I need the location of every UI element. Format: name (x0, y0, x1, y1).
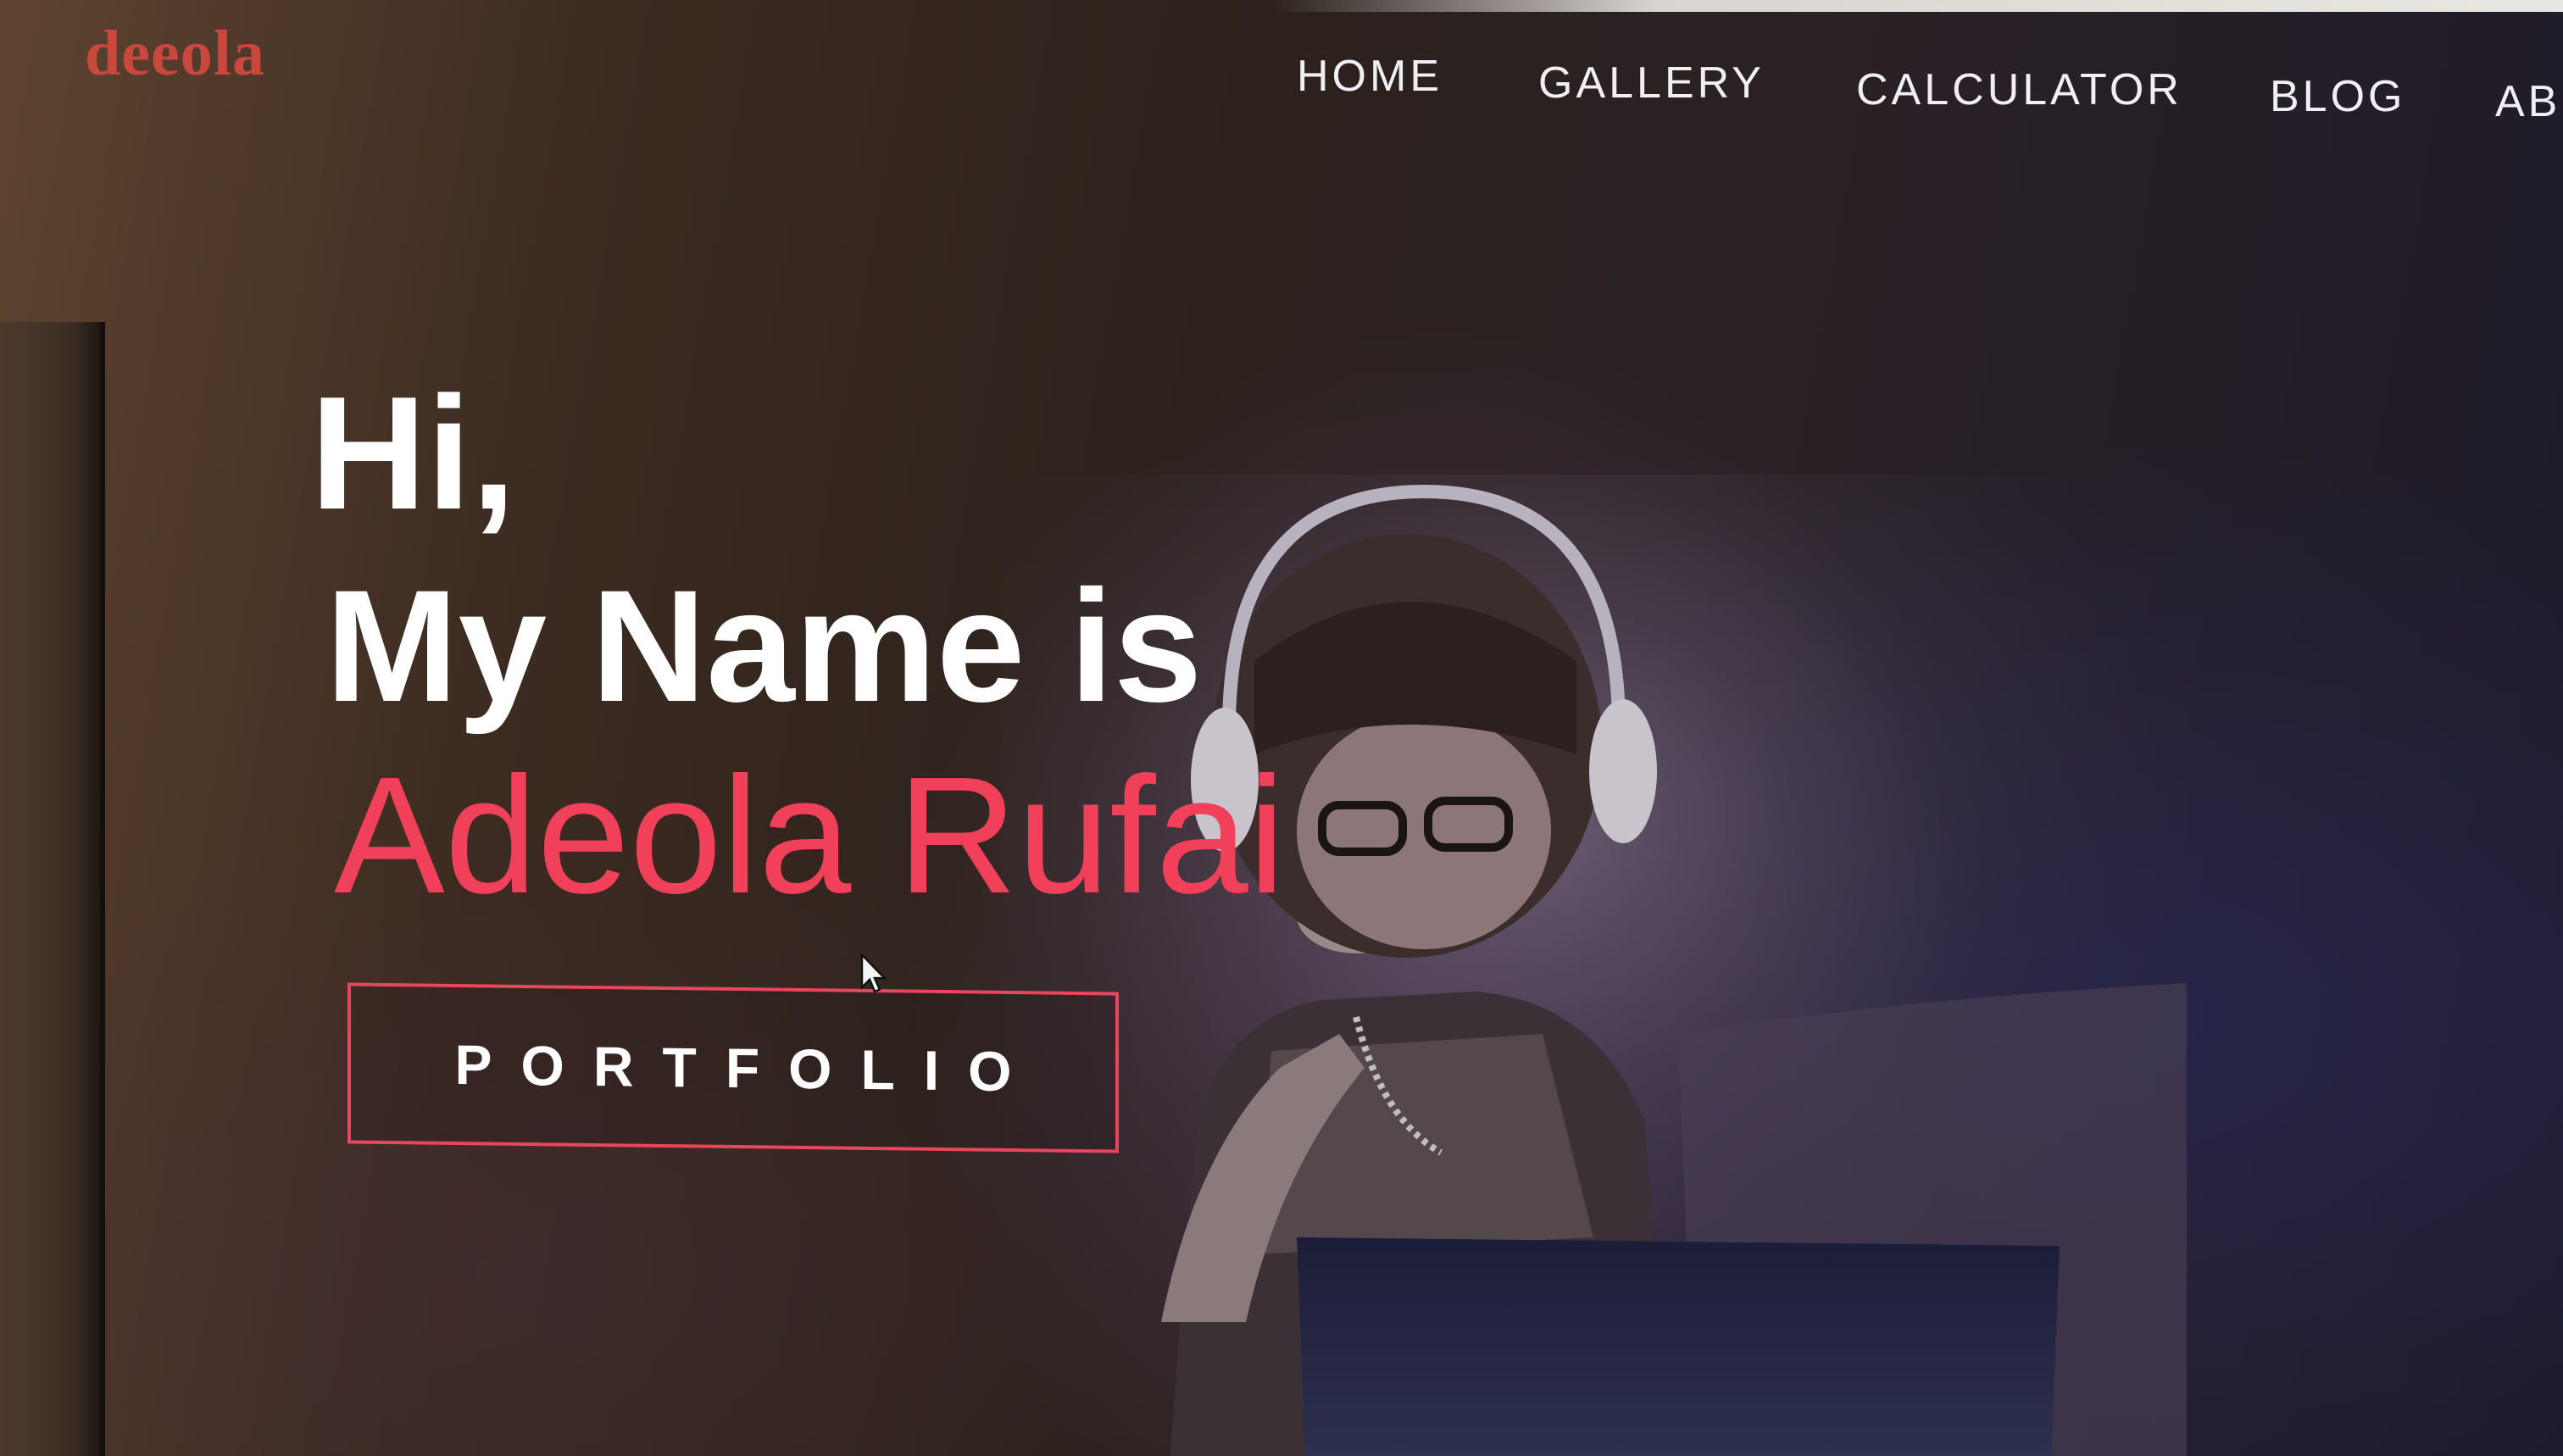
hero-intro: My Name is (325, 557, 1203, 735)
portfolio-button[interactable]: PORTFOLIO (347, 982, 1119, 1153)
monitor-bezel (0, 322, 102, 1456)
nav-item-about[interactable]: AB (2495, 76, 2560, 127)
mouse-pointer-icon (860, 953, 887, 993)
nav-item-home[interactable]: HOME (1297, 51, 1443, 102)
monitor-bezel-edge (100, 322, 105, 1456)
monitor-screen: deeola HOME GALLERY CALCULATOR BLOG AB H… (0, 0, 2563, 1456)
main-nav: HOME GALLERY CALCULATOR BLOG AB (0, 51, 2563, 136)
hero-name: Adeola Rufai (334, 742, 1286, 928)
nav-item-calculator[interactable]: CALCULATOR (1856, 64, 2182, 115)
nav-item-blog[interactable]: BLOG (2270, 71, 2406, 122)
nav-item-gallery[interactable]: GALLERY (1538, 58, 1765, 108)
hero-greeting: Hi, (310, 364, 516, 543)
frame-edge (1271, 0, 2563, 12)
